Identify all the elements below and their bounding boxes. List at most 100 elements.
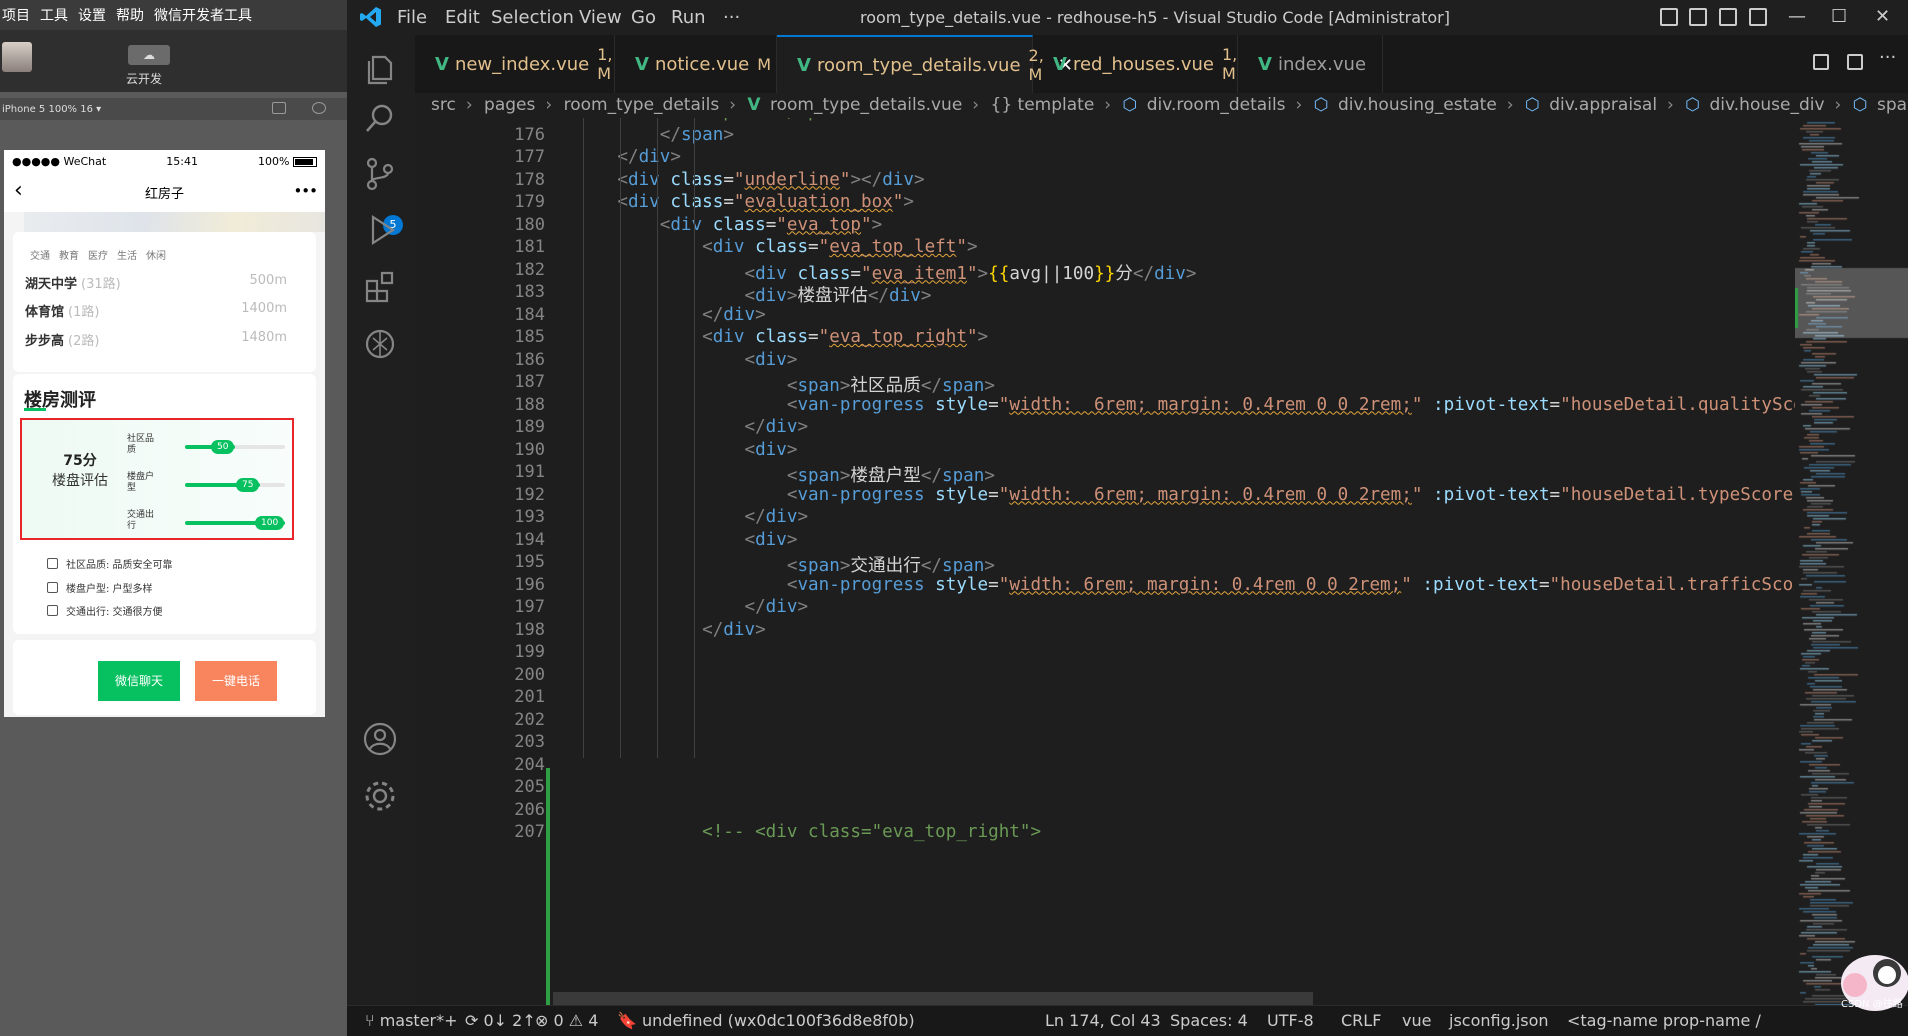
more-actions-icon[interactable]: ··· [1879, 47, 1896, 68]
code-line[interactable]: <div> [575, 530, 797, 550]
toggle-panel-icon[interactable] [1689, 8, 1707, 26]
menu-go[interactable]: Go [631, 7, 656, 28]
code-line[interactable]: </div> [575, 305, 766, 325]
code-line[interactable]: </div> [575, 597, 808, 617]
source-control-icon[interactable] [361, 155, 399, 193]
search-icon[interactable] [361, 99, 399, 137]
breadcrumb-item[interactable]: div.appraisal [1549, 95, 1657, 115]
breadcrumb-item[interactable]: room_type_details.vue [770, 95, 962, 115]
back-icon[interactable]: ‹ [14, 180, 23, 202]
minimize-icon[interactable]: — [1788, 6, 1806, 27]
wechat-chat-button[interactable]: 微信聊天 [98, 661, 180, 701]
devtools-menu-help[interactable]: 帮助 [116, 5, 144, 25]
breadcrumb-item[interactable]: room_type_details [564, 95, 720, 115]
breadcrumb-item[interactable]: div.house_div [1710, 95, 1825, 115]
map-preview[interactable] [24, 212, 325, 232]
breadcrumb-item[interactable]: {} template [991, 95, 1095, 115]
manage-gear-icon[interactable] [361, 777, 399, 815]
tab-room-type-details[interactable]: V room_type_details.vue 2, M ✕ [777, 35, 1073, 93]
code-line[interactable]: <!-- <div class="eva_top_right"> [575, 822, 1041, 842]
tab-new-index[interactable]: V new_index.vue 1, M [415, 35, 615, 93]
code-line[interactable]: <span>交通出行</span> [575, 552, 995, 577]
devtools-menu-tools[interactable]: 工具 [40, 5, 68, 25]
avatar[interactable] [2, 42, 32, 72]
code-line[interactable]: </div> [575, 417, 808, 437]
chatgpt-icon[interactable] [361, 325, 399, 363]
code-line[interactable]: <span>社区品质</span> [575, 372, 995, 397]
tab-life[interactable]: 生活 [117, 247, 137, 262]
extensions-icon[interactable] [361, 267, 399, 305]
cloud-dev-label[interactable]: 云开发 [126, 70, 162, 87]
explorer-icon[interactable] [361, 49, 399, 87]
account-icon[interactable] [361, 720, 399, 758]
cursor-position[interactable]: Ln 174, Col 43 [1045, 1011, 1161, 1030]
encoding[interactable]: UTF-8 [1267, 1011, 1314, 1030]
tag-name-indicator[interactable]: <tag-name prop-name / [1567, 1011, 1761, 1030]
menu-selection[interactable]: Selection [491, 7, 574, 28]
menu-view[interactable]: View [579, 7, 622, 28]
problems-indicator[interactable]: ⊗ 0 ⚠ 4 [535, 1011, 598, 1030]
code-line[interactable]: </div> [575, 620, 766, 640]
code-editor[interactable]: 175 <span>></span>--> 176 </span> 177 </di… [415, 118, 1795, 1005]
jsconfig-indicator[interactable]: jsconfig.json [1449, 1011, 1549, 1030]
window-icon[interactable] [272, 102, 286, 114]
code-line[interactable]: <div class="evaluation_box"> [575, 192, 914, 212]
code-line[interactable]: <div class="eva_top"> [575, 215, 882, 235]
close-window-icon[interactable]: ✕ [1875, 6, 1890, 27]
code-line[interactable]: <div class="eva_top_right"> [575, 327, 988, 347]
language-mode[interactable]: vue [1402, 1011, 1431, 1030]
horizontal-scrollbar[interactable] [553, 992, 1313, 1005]
compare-changes-icon[interactable] [1813, 54, 1829, 70]
menu-run[interactable]: Run [671, 7, 706, 28]
code-line[interactable]: <van-progress style="width: 6rem; margin… [575, 575, 1795, 595]
run-debug-icon[interactable] [361, 211, 399, 249]
code-line[interactable]: </span> [575, 125, 734, 145]
git-branch-indicator[interactable]: ⑂ master*+ [365, 1011, 458, 1030]
devtools-menu-project[interactable]: 项目 [2, 5, 30, 25]
menu-more[interactable]: ··· [723, 7, 740, 28]
breadcrumb-item[interactable]: src [431, 95, 456, 115]
code-line[interactable]: <van-progress style="width: 6rem; margin… [575, 485, 1795, 505]
code-line[interactable]: </div> [575, 507, 808, 527]
devtools-menu-settings[interactable]: 设置 [78, 5, 106, 25]
tab-notice[interactable]: V notice.vue M [615, 35, 777, 93]
code-line[interactable]: <van-progress style="width: 6rem; margin… [575, 395, 1795, 415]
more-icon[interactable]: ••• [293, 182, 318, 200]
code-line[interactable]: <div> [575, 440, 797, 460]
bookmark-indicator[interactable]: 🔖 undefined (wx0dc100f36d8e8f0b) [617, 1011, 915, 1030]
code-line[interactable]: </div> [575, 147, 681, 167]
rotate-icon[interactable] [312, 102, 326, 114]
maximize-icon[interactable]: ☐ [1831, 6, 1847, 27]
sync-indicator[interactable]: ⟳ 0↓ 2↑ [465, 1011, 536, 1030]
line-ending[interactable]: CRLF [1341, 1011, 1381, 1030]
breadcrumb-item[interactable]: pages [484, 95, 535, 115]
tab-medical[interactable]: 医疗 [88, 247, 108, 262]
menu-file[interactable]: File [397, 7, 427, 28]
code-line[interactable]: <div> [575, 350, 797, 370]
breadcrumb-item[interactable]: div.housing_estate [1338, 95, 1497, 115]
breadcrumb-item[interactable]: div.room_details [1147, 95, 1286, 115]
tab-index[interactable]: V index.vue [1238, 35, 1383, 93]
code-line[interactable]: <div class="eva_top_left"> [575, 237, 977, 257]
tab-traffic[interactable]: 交通 [30, 247, 50, 262]
code-line[interactable]: <span>></span>--> [575, 118, 882, 122]
toggle-secondary-sidebar-icon[interactable] [1719, 8, 1737, 26]
tab-education[interactable]: 教育 [59, 247, 79, 262]
toggle-sidebar-icon[interactable] [1660, 8, 1678, 26]
layout-icon[interactable] [1749, 8, 1767, 26]
split-editor-icon[interactable] [1847, 54, 1863, 70]
call-button[interactable]: 一键电话 [195, 661, 277, 701]
tab-leisure[interactable]: 休闲 [146, 247, 166, 262]
minimap[interactable] [1795, 118, 1908, 1005]
cloud-icon[interactable]: ☁ [128, 45, 170, 65]
code-line[interactable]: <span>楼盘户型</span> [575, 462, 995, 487]
menu-edit[interactable]: Edit [445, 7, 480, 28]
tab-red-houses[interactable]: V red_houses.vue 1, M [1033, 35, 1238, 93]
code-line[interactable]: <div class="underline"></div> [575, 170, 924, 190]
code-line[interactable]: <div class="eva_item1">{{avg||100}}分</di… [575, 260, 1196, 285]
devtools-menu-wechat-devtools[interactable]: 微信开发者工具 [154, 5, 252, 25]
code-line[interactable]: <div>楼盘评估</div> [575, 282, 931, 307]
indentation[interactable]: Spaces: 4 [1170, 1011, 1248, 1030]
breadcrumb-item[interactable]: span.housing [1877, 95, 1908, 115]
device-selector[interactable]: iPhone 5 100% 16 ▾ [2, 104, 101, 115]
